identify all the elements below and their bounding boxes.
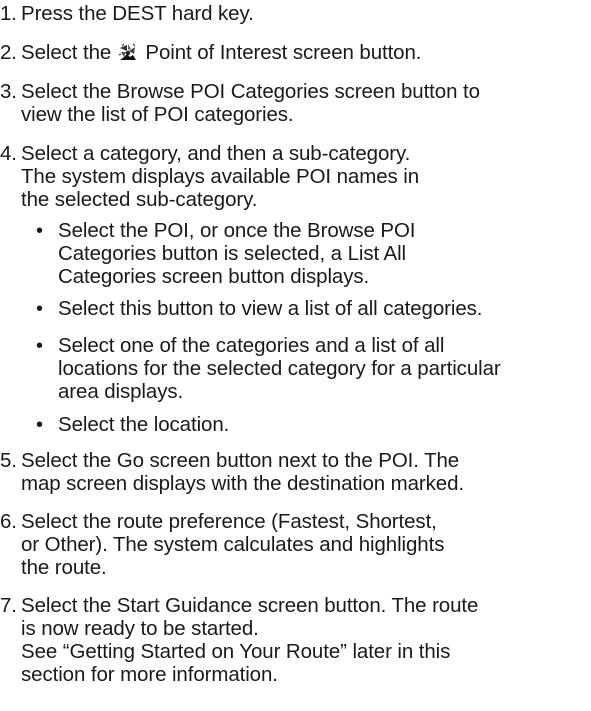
bullet-text-cont: Categories button is selected, a List Al… bbox=[58, 242, 407, 265]
point-of-interest-icon bbox=[118, 43, 137, 61]
step-number: 5. bbox=[0, 449, 17, 472]
step-text-cont: the selected sub-category. bbox=[21, 188, 258, 211]
step-number: 6. bbox=[0, 510, 17, 533]
step-text: Select a category, and then a sub-catego… bbox=[21, 142, 411, 165]
step-text-cont: view the list of POI categories. bbox=[21, 103, 294, 126]
step-number: 3. bbox=[0, 80, 17, 103]
step-text-cont: section for more information. bbox=[21, 663, 278, 686]
step-number: 2. bbox=[0, 41, 17, 64]
step-text: Select the route preference (Fastest, Sh… bbox=[21, 510, 437, 533]
bullet-text: Select the POI, or once the Browse POI bbox=[58, 219, 416, 242]
bullet-text: Select the location. bbox=[58, 413, 230, 436]
step-number: 4. bbox=[0, 142, 17, 165]
step-number: 7. bbox=[0, 594, 17, 617]
step-text: Select the Start Guidance screen button.… bbox=[21, 594, 479, 617]
bullet-text-cont: Categories screen button displays. bbox=[58, 265, 370, 288]
step-text-cont: is now ready to be started. bbox=[21, 617, 259, 640]
bullet-text: Select this button to view a list of all… bbox=[58, 297, 483, 320]
step-text-cont: the route. bbox=[21, 556, 107, 579]
step-text: Select the Go screen button next to the … bbox=[21, 449, 460, 472]
bullet-dot: • bbox=[36, 220, 43, 242]
bullet-dot: • bbox=[36, 335, 43, 357]
bullet-text-cont: area displays. bbox=[58, 380, 184, 403]
step-text: Select the Browse POI Categories screen … bbox=[21, 80, 480, 103]
bullet-text-cont: locations for the selected category for … bbox=[58, 357, 501, 380]
step-text: Select the Point of Interest screen butt… bbox=[21, 41, 422, 64]
bullet-dot: • bbox=[36, 298, 43, 320]
step-text: Press the DEST hard key. bbox=[21, 2, 254, 25]
bullet-dot: • bbox=[36, 414, 43, 436]
step-number: 1. bbox=[0, 2, 17, 25]
step-text-cont: See “Getting Started on Your Route” late… bbox=[21, 640, 451, 663]
bullet-text: Select one of the categories and a list … bbox=[58, 334, 445, 357]
instructions-page: 1. Press the DEST hard key. 2. Select th… bbox=[0, 0, 591, 711]
step-text-cont: map screen displays with the destination… bbox=[21, 472, 465, 495]
step-text-cont: or Other). The system calculates and hig… bbox=[21, 533, 445, 556]
step-text-cont: The system displays available POI names … bbox=[21, 165, 420, 188]
